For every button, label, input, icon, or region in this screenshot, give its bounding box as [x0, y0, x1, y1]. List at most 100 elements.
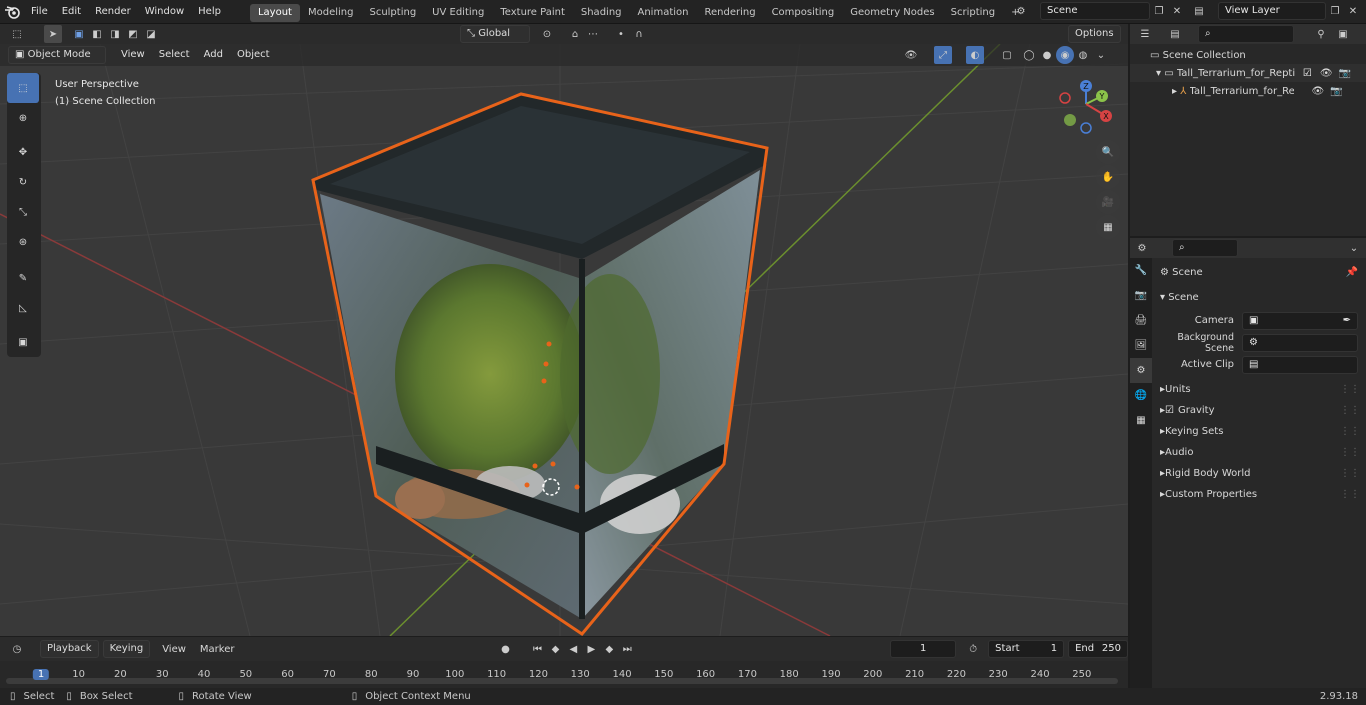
eye-icon[interactable]: 👁: [1320, 68, 1333, 79]
tab-layout[interactable]: Layout: [249, 4, 300, 22]
tab-sculpting[interactable]: Sculpting: [361, 4, 424, 22]
viewport-menu-view[interactable]: View: [114, 44, 152, 66]
tab-modeling[interactable]: Modeling: [300, 4, 362, 22]
jump-start-icon[interactable]: ⏮: [528, 640, 546, 658]
scene-icon[interactable]: ⚙: [1012, 2, 1030, 20]
menu-render[interactable]: Render: [88, 0, 138, 24]
outliner-search-input[interactable]: ⌕: [1198, 25, 1294, 43]
select-intersect-icon[interactable]: ◪: [142, 25, 160, 43]
shading-options-icon[interactable]: ⌄: [1092, 46, 1110, 64]
display-mode-icon[interactable]: ▤: [1166, 25, 1184, 43]
scene-field[interactable]: Scene: [1040, 2, 1150, 20]
gizmo-toggle-icon[interactable]: ⤢: [934, 46, 952, 64]
properties-search-input[interactable]: ⌕: [1172, 239, 1238, 257]
eyedropper-icon[interactable]: ✒: [1343, 313, 1351, 329]
play-icon[interactable]: ▶: [582, 640, 600, 658]
prev-keyframe-icon[interactable]: ◆: [546, 640, 564, 658]
select-extend-icon[interactable]: ◧: [88, 25, 106, 43]
move-tool[interactable]: ✥: [7, 137, 39, 167]
jump-end-icon[interactable]: ⏭: [618, 640, 636, 658]
keying-dropdown[interactable]: Keying: [102, 640, 151, 658]
close-icon[interactable]: ✕: [1168, 2, 1186, 20]
current-frame-field[interactable]: 1: [890, 640, 957, 658]
eye-icon[interactable]: 👁: [1312, 86, 1325, 97]
view-layer-tab-icon[interactable]: 🖼: [1130, 333, 1152, 358]
expand-icon[interactable]: ▾: [1156, 68, 1164, 79]
scene-collection-row[interactable]: ▭ Scene Collection: [1130, 46, 1366, 64]
tab-geometry-nodes[interactable]: Geometry Nodes: [842, 4, 942, 22]
tab-rendering[interactable]: Rendering: [696, 4, 763, 22]
close-icon[interactable]: ✕: [1344, 2, 1362, 20]
pin-icon[interactable]: 📌: [1346, 267, 1358, 278]
3d-viewport[interactable]: [0, 44, 1128, 636]
mode-dropdown[interactable]: ▣ Object Mode: [8, 46, 106, 64]
solid-shading-icon[interactable]: ●: [1038, 46, 1056, 64]
tab-uv-editing[interactable]: UV Editing: [424, 4, 492, 22]
tab-shading[interactable]: Shading: [573, 4, 630, 22]
viewport-menu-add[interactable]: Add: [197, 44, 230, 66]
new-collection-icon[interactable]: ▣: [1334, 25, 1352, 43]
xray-icon[interactable]: ▢: [998, 46, 1016, 64]
options-dropdown[interactable]: Options: [1068, 25, 1121, 43]
pivot-icon[interactable]: ⊙: [538, 25, 556, 43]
output-tab-icon[interactable]: 🖨: [1130, 308, 1152, 333]
orientation-dropdown[interactable]: ⤡ Global: [460, 25, 530, 43]
wireframe-shading-icon[interactable]: ◯: [1020, 46, 1038, 64]
cursor-tool[interactable]: ⊕: [7, 103, 39, 133]
active-clip-field[interactable]: ▤: [1242, 355, 1358, 374]
material-shading-icon[interactable]: ◉: [1056, 46, 1074, 64]
tab-scripting[interactable]: Scripting: [943, 4, 1003, 22]
add-cube-tool[interactable]: ▣: [7, 327, 39, 357]
tab-animation[interactable]: Animation: [630, 4, 697, 22]
section-audio[interactable]: ▸ Audio ⋮⋮: [1154, 442, 1364, 463]
drag-handle-icon[interactable]: ⋮⋮: [1340, 384, 1360, 395]
outliner-item-object[interactable]: ▸ ⅄ Tall_Terrarium_for_Reptile 👁 📷: [1130, 82, 1366, 100]
overlay-toggle-icon[interactable]: ◐: [966, 46, 984, 64]
expand-icon[interactable]: ▸: [1172, 86, 1180, 97]
menu-window[interactable]: Window: [138, 0, 191, 24]
blender-logo[interactable]: [0, 5, 24, 19]
editor-type-icon[interactable]: ⬚: [8, 25, 26, 43]
snap-icon[interactable]: ⌂: [566, 25, 584, 43]
camera-icon[interactable]: 📷: [1330, 86, 1342, 97]
select-invert-icon[interactable]: ◩: [124, 25, 142, 43]
copy-icon[interactable]: ❐: [1326, 2, 1344, 20]
rendered-shading-icon[interactable]: ◍: [1074, 46, 1092, 64]
pan-hand-icon[interactable]: ✋: [1096, 165, 1120, 189]
section-custom-properties[interactable]: ▸ Custom Properties ⋮⋮: [1154, 484, 1364, 505]
scale-tool[interactable]: ⤡: [7, 197, 39, 227]
menu-edit[interactable]: Edit: [55, 0, 88, 24]
copy-icon[interactable]: ❐: [1150, 2, 1168, 20]
drag-handle-icon[interactable]: ⋮⋮: [1340, 405, 1360, 416]
section-gravity[interactable]: ▸ ☑ Gravity ⋮⋮: [1154, 400, 1364, 421]
editor-type-icon[interactable]: ☰: [1136, 25, 1154, 43]
viewport-menu-object[interactable]: Object: [230, 44, 277, 66]
timeline-view-menu[interactable]: View: [162, 644, 186, 655]
outliner-item-collection[interactable]: ▾ ▭ Tall_Terrarium_for_Reptiles_w ☑ 👁 📷: [1130, 64, 1366, 82]
drag-handle-icon[interactable]: ⋮⋮: [1340, 468, 1360, 479]
scene-panel-header[interactable]: ▾ Scene: [1154, 287, 1364, 308]
drag-handle-icon[interactable]: ⋮⋮: [1340, 426, 1360, 437]
select-subtract-icon[interactable]: ◨: [106, 25, 124, 43]
checkbox-icon[interactable]: ☑: [1303, 68, 1312, 79]
play-reverse-icon[interactable]: ◀: [564, 640, 582, 658]
menu-file[interactable]: File: [24, 0, 55, 24]
texture-tab-icon[interactable]: ▦: [1130, 408, 1152, 433]
camera-view-icon[interactable]: 🎥: [1096, 190, 1120, 214]
navigation-gizmo[interactable]: Z Y X: [1058, 78, 1118, 138]
render-tab-icon[interactable]: 📷: [1130, 283, 1152, 308]
section-keying-sets[interactable]: ▸ Keying Sets ⋮⋮: [1154, 421, 1364, 442]
zoom-icon[interactable]: 🔍: [1096, 140, 1120, 164]
section-rigid-body-world[interactable]: ▸ Rigid Body World ⋮⋮: [1154, 463, 1364, 484]
snap-target-icon[interactable]: ⋯: [584, 25, 602, 43]
rotate-tool[interactable]: ↻: [7, 167, 39, 197]
start-frame-field[interactable]: Start 1: [988, 640, 1065, 658]
transform-tool[interactable]: ⊛: [7, 227, 39, 257]
menu-help[interactable]: Help: [191, 0, 228, 24]
end-frame-field[interactable]: End 250: [1068, 640, 1128, 658]
gravity-checkbox[interactable]: ☑: [1165, 405, 1174, 416]
proportional-icon[interactable]: •: [612, 25, 630, 43]
camera-icon[interactable]: 📷: [1339, 68, 1351, 79]
ortho-grid-icon[interactable]: ▦: [1096, 215, 1120, 239]
world-tab-icon[interactable]: 🌐: [1130, 383, 1152, 408]
